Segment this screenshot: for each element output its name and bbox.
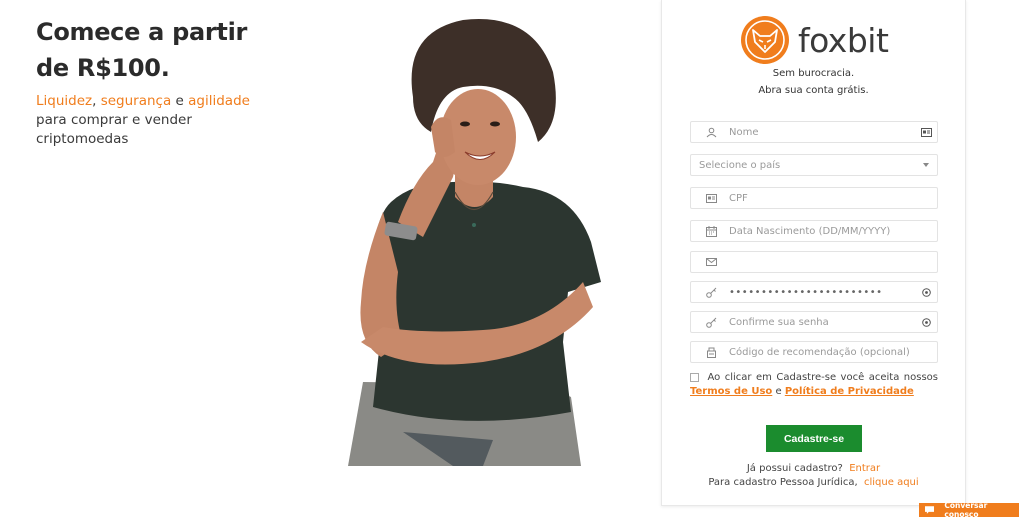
referral-field[interactable]: Código de recomendação (opcional) [690, 341, 938, 363]
signup-card: foxbit Sem burocracia. Abra sua conta gr… [661, 0, 966, 506]
terms-and-text: e [775, 386, 782, 397]
terms-of-use-link[interactable]: Termos de Uso [690, 386, 772, 397]
login-link[interactable]: Entrar [849, 463, 880, 474]
confirm-password-field[interactable]: Confirme sua senha [690, 311, 938, 333]
country-select-value[interactable]: Selecione o país [699, 160, 919, 171]
chat-widget-label: Conversar conosco [944, 501, 988, 519]
birthdate-field[interactable]: Data Nascimento (DD/MM/YYYY) [690, 220, 938, 242]
user-icon [703, 124, 719, 140]
hero-title-line2: de R$100. [36, 54, 170, 82]
terms-checkbox[interactable] [690, 372, 699, 382]
hero-line2: para comprar e vender [36, 112, 192, 128]
chat-bubble-icon [925, 506, 935, 514]
have-account-text: Já possui cadastro? [746, 463, 843, 474]
badge-icon [703, 344, 719, 360]
eye-icon[interactable] [919, 315, 933, 329]
chat-widget-button[interactable]: Conversar conosco [919, 501, 1019, 519]
brand-name: foxbit [798, 20, 889, 60]
password-field[interactable]: •••••••••••••••••••••••• [690, 281, 938, 303]
hero-highlight-seguranca: segurança [100, 93, 172, 109]
signup-button[interactable]: Cadastre-se [766, 425, 862, 452]
terms-text: Ao clicar em Cadastre-se você aceita nos… [707, 372, 938, 383]
id-card-icon [919, 125, 933, 139]
cpf-field[interactable]: CPF [690, 187, 938, 209]
country-select[interactable]: Selecione o país [690, 154, 938, 176]
key-icon [703, 284, 719, 300]
login-prompt: Já possui cadastro? Entrar [662, 463, 965, 474]
brand-logo: foxbit [740, 14, 889, 66]
name-input[interactable]: Nome [729, 127, 919, 138]
document-icon [703, 190, 719, 206]
password-input[interactable]: •••••••••••••••••••••••• [729, 287, 919, 298]
hero-section: Comece a partir de R$100. Liquidez, segu… [36, 14, 316, 149]
hero-line3: criptomoedas [36, 131, 129, 147]
brand-tagline-2: Abra sua conta grátis. [758, 85, 869, 96]
privacy-policy-link[interactable]: Política de Privacidade [785, 386, 914, 397]
referral-input[interactable]: Código de recomendação (opcional) [729, 347, 937, 358]
eye-icon[interactable] [919, 285, 933, 299]
envelope-icon [703, 254, 719, 270]
hero-highlight-liquidez: Liquidez [36, 93, 93, 109]
fox-logo-icon [741, 16, 789, 64]
hero-title: Comece a partir de R$100. [36, 14, 316, 86]
name-field[interactable]: Nome [690, 121, 938, 143]
hero-tagline: Liquidez, segurança e agilidade para com… [36, 92, 316, 149]
key-icon [703, 314, 719, 330]
company-signup-prompt: Para cadastro Pessoa Jurídica, clique aq… [662, 477, 965, 488]
calendar-icon [703, 223, 719, 239]
birthdate-input[interactable]: Data Nascimento (DD/MM/YYYY) [729, 226, 937, 237]
cpf-input[interactable]: CPF [729, 193, 937, 204]
confirm-password-input[interactable]: Confirme sua senha [729, 317, 919, 328]
chevron-down-icon [919, 158, 933, 172]
hero-title-line1: Comece a partir [36, 18, 248, 46]
company-signup-link[interactable]: clique aqui [864, 477, 919, 488]
email-field[interactable] [690, 251, 938, 273]
company-signup-text: Para cadastro Pessoa Jurídica, [708, 477, 858, 488]
terms-consent: Ao clicar em Cadastre-se você aceita nos… [690, 371, 938, 399]
brand-tagline-1: Sem burocracia. [772, 68, 855, 79]
hero-highlight-agilidade: agilidade [188, 93, 250, 109]
hero-sep1: , [92, 93, 101, 109]
hero-person-image [348, 19, 601, 466]
hero-sep2: e [171, 93, 189, 109]
